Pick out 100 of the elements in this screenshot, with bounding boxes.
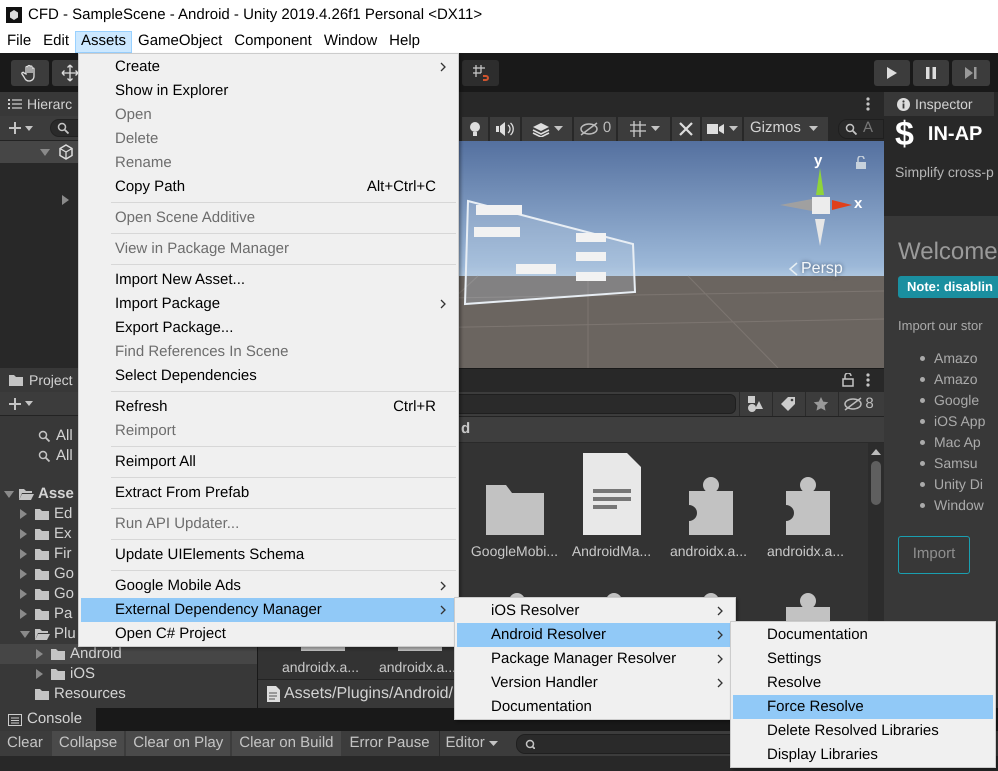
collapse-arrow-icon[interactable]: [40, 148, 50, 156]
lock-icon: [855, 156, 867, 170]
menu-bar-item[interactable]: Component: [228, 30, 318, 52]
axis-label: x: [854, 194, 862, 214]
menu-bar-item[interactable]: Window: [318, 30, 384, 52]
audio-toggle[interactable]: [490, 116, 520, 140]
hidden-packages-toggle[interactable]: 8: [838, 392, 878, 416]
step-icon: [964, 66, 978, 80]
pause-button[interactable]: [913, 60, 949, 86]
expand-arrow-icon[interactable]: [20, 529, 27, 539]
saved-search-label[interactable]: All: [56, 424, 73, 448]
hand-tool-button[interactable]: [11, 60, 49, 86]
collapse-arrow-icon[interactable]: [20, 630, 30, 638]
folder-label[interactable]: Fir: [54, 542, 72, 566]
menu-item[interactable]: Select Dependencies: [81, 364, 456, 388]
menu-item[interactable]: Google Mobile Ads: [81, 574, 456, 598]
step-button[interactable]: [952, 60, 990, 86]
menu-bar-item[interactable]: File: [1, 30, 38, 52]
create-button[interactable]: [8, 396, 33, 410]
scroll-thumb[interactable]: [871, 460, 881, 505]
asset-label[interactable]: androidx.a...: [378, 656, 456, 679]
gizmos-dropdown[interactable]: Gizmos: [744, 116, 828, 140]
snap-button[interactable]: [462, 60, 499, 86]
camera-dropdown[interactable]: [702, 116, 742, 140]
menu-item[interactable]: Show in Explorer: [81, 79, 456, 103]
menu-bar-item[interactable]: Edit: [37, 30, 76, 52]
expand-arrow-icon[interactable]: [20, 609, 27, 619]
expand-arrow-icon[interactable]: [20, 549, 27, 559]
menu-item[interactable]: Refresh Ctrl+R: [81, 395, 456, 419]
expand-arrow-icon[interactable]: [20, 509, 27, 519]
menu-item[interactable]: Android Resolver: [457, 623, 733, 647]
asset-label[interactable]: androidx.a...: [670, 540, 748, 563]
folder-label[interactable]: Go: [54, 582, 74, 606]
menu-item[interactable]: Create: [81, 55, 456, 79]
folder-label[interactable]: Plu: [54, 622, 76, 646]
inspector-tab[interactable]: Inspector: [884, 92, 994, 116]
menu-bar-item[interactable]: Help: [383, 30, 426, 52]
dollar-logo: $: [895, 116, 914, 152]
expand-arrow-icon[interactable]: [36, 669, 43, 679]
grid-dropdown[interactable]: [618, 116, 670, 140]
hierarchy-tab[interactable]: Hierarc: [0, 92, 80, 116]
expand-arrow-icon[interactable]: [36, 649, 43, 659]
expand-arrow-icon[interactable]: [20, 589, 27, 599]
menu-item[interactable]: Copy Path Alt+Ctrl+C: [81, 175, 456, 199]
menu-bar-item[interactable]: GameObject: [132, 30, 228, 52]
asset-label[interactable]: androidx.a...: [282, 656, 360, 679]
menu-item[interactable]: Open C# Project: [81, 622, 456, 646]
folder-label[interactable]: Go: [54, 562, 74, 586]
saved-search-label[interactable]: All: [56, 444, 73, 468]
folder-label[interactable]: Pa: [54, 602, 72, 626]
create-button[interactable]: [8, 121, 33, 135]
editor-dropdown[interactable]: Editor: [438, 731, 504, 756]
effects-dropdown[interactable]: [522, 116, 572, 140]
collapse-arrow-icon[interactable]: [4, 490, 14, 498]
tools-icon: [678, 120, 694, 136]
menu-item[interactable]: Version Handler: [457, 671, 733, 695]
console-toggle-button[interactable]: Collapse: [52, 731, 124, 756]
menu-item[interactable]: Force Resolve: [733, 695, 993, 719]
menu-item[interactable]: iOS Resolver: [457, 599, 733, 623]
breadcrumb-label[interactable]: d: [461, 418, 470, 441]
intro-text: Import our stor: [898, 317, 984, 335]
expand-arrow-icon[interactable]: [20, 569, 27, 579]
more-options-icon: [866, 97, 870, 111]
console-toggle-button[interactable]: Clear on Play: [126, 731, 230, 756]
folder-label[interactable]: Asse: [38, 482, 74, 506]
menu-item-label: Copy Path: [115, 176, 186, 197]
axis-gizmo-icon: [780, 168, 852, 246]
play-button[interactable]: [874, 60, 910, 86]
menu-item[interactable]: Reimport All: [81, 450, 456, 474]
asset-label[interactable]: androidx.a...: [766, 540, 844, 563]
menu-item[interactable]: Documentation: [457, 695, 733, 719]
lighting-toggle[interactable]: [462, 116, 488, 140]
menu-item[interactable]: Import New Asset...: [81, 268, 456, 292]
menu-item[interactable]: Documentation: [733, 623, 993, 647]
project-tab[interactable]: Project: [0, 368, 81, 392]
folder-label[interactable]: Ed: [54, 502, 72, 526]
menu-item[interactable]: Update UIElements Schema: [81, 543, 456, 567]
menu-item[interactable]: External Dependency Manager: [81, 598, 456, 622]
bullet-icon: [920, 356, 925, 360]
menu-item[interactable]: Extract From Prefab: [81, 481, 456, 505]
folder-label[interactable]: Ex: [54, 522, 72, 546]
folder-label[interactable]: Resources: [54, 682, 126, 706]
asset-label[interactable]: AndroidMa...: [572, 540, 652, 563]
menu-item[interactable]: Settings: [733, 647, 993, 671]
speaker-icon: [496, 122, 514, 136]
console-toggle-button[interactable]: Clear on Build: [232, 731, 340, 756]
menu-item[interactable]: Import Package: [81, 292, 456, 316]
menu-item[interactable]: Export Package...: [81, 316, 456, 340]
menu-item[interactable]: Package Manager Resolver: [457, 647, 733, 671]
console-tab[interactable]: Console: [0, 708, 96, 731]
menu-item[interactable]: Display Libraries: [733, 743, 993, 767]
import-button[interactable]: Import: [898, 536, 970, 574]
folder-label[interactable]: iOS: [70, 662, 96, 686]
tools-toggle[interactable]: [672, 116, 700, 140]
hidden-objects-toggle[interactable]: 0: [574, 116, 616, 140]
menu-bar-item[interactable]: Assets: [75, 30, 132, 52]
menu-item[interactable]: Resolve: [733, 671, 993, 695]
expand-arrow-icon[interactable]: [62, 195, 69, 205]
menu-item[interactable]: Delete Resolved Libraries: [733, 719, 993, 743]
asset-label[interactable]: GoogleMobi...: [470, 540, 558, 563]
